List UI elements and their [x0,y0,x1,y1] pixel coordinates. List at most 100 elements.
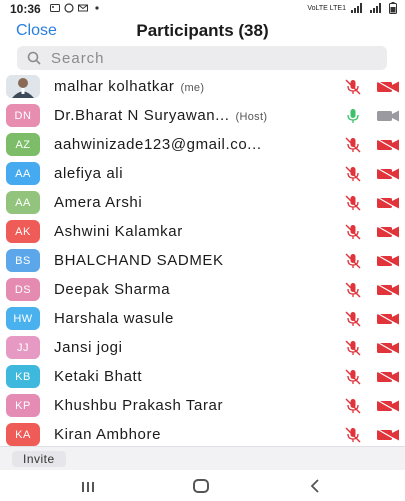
participant-name-group: Ashwini Kalamkar [54,223,183,240]
avatar: KB [6,365,40,388]
status-indicators: VoLTE LTE1 [307,2,397,14]
participant-row[interactable]: DS Deepak Sharma [0,275,405,304]
avatar-initials: AA [15,196,31,209]
video-off-icon[interactable] [376,370,400,384]
participant-row[interactable]: KB Ketaki Bhatt [0,362,405,391]
participant-role-tag: (me) [180,82,205,94]
profile-photo-icon [6,75,40,98]
mic-muted-icon[interactable] [344,281,362,299]
avatar-initials: KA [15,428,31,441]
gmail-icon [78,4,88,12]
participant-row[interactable]: KA Kiran Ambhore [0,420,405,446]
participant-name: BHALCHAND SADMEK [54,252,224,269]
video-off-icon[interactable] [376,341,400,355]
participant-name-group: BHALCHAND SADMEK [54,252,224,269]
mic-muted-icon[interactable] [344,339,362,357]
mic-muted-icon[interactable] [344,223,362,241]
search-input[interactable] [51,46,371,70]
participant-row[interactable]: BS BHALCHAND SADMEK [0,246,405,275]
participant-name-group: Deepak Sharma [54,281,170,298]
avatar-initials: DN [14,109,32,122]
participant-name: aahwinizade123@gmail.co... [54,136,262,153]
participant-name: Harshala wasule [54,310,174,327]
page-title: Participants (38) [136,21,269,40]
video-off-icon[interactable] [376,399,400,413]
participant-row[interactable]: AZ aahwinizade123@gmail.co... [0,130,405,159]
status-bar: 10:36 VoLTE LTE1 [0,0,405,18]
mic-muted-icon[interactable] [344,310,362,328]
signal-icon-2 [370,3,381,13]
video-off-icon[interactable] [376,167,400,181]
participant-name-group: Ketaki Bhatt [54,368,142,385]
avatar-initials: HW [13,312,33,325]
participant-row[interactable]: HW Harshala wasule [0,304,405,333]
avatar-initials: AA [15,167,31,180]
participant-name: Jansi jogi [54,339,123,356]
participant-row[interactable]: malhar kolhatkar (me) [0,72,405,101]
participants-header: Close Participants (38) [0,18,405,44]
mic-muted-icon[interactable] [344,194,362,212]
invite-button[interactable]: Invite [12,451,66,467]
mic-on-icon[interactable] [344,107,362,125]
video-off-icon[interactable] [376,196,400,210]
avatar: DN [6,104,40,127]
participant-name-group: Dr.Bharat N Suryawan... (Host) [54,107,267,124]
video-off-icon[interactable] [376,312,400,326]
participant-row[interactable]: AA Amera Arshi [0,188,405,217]
footer-bar: Invite [0,446,405,470]
video-off-icon[interactable] [376,80,400,94]
participant-name: Kiran Ambhore [54,426,162,443]
dot-icon [95,6,99,10]
participant-name: Deepak Sharma [54,281,171,298]
avatar: AK [6,220,40,243]
participant-row[interactable]: DN Dr.Bharat N Suryawan... (Host) [0,101,405,130]
participant-name: Ketaki Bhatt [54,368,143,385]
mic-muted-icon[interactable] [344,426,362,444]
participant-row[interactable]: AA alefiya ali [0,159,405,188]
participant-role-tag: (Host) [235,111,268,123]
avatar-initials: KP [15,399,31,412]
participant-name-group: malhar kolhatkar (me) [54,78,204,95]
avatar: KA [6,423,40,446]
participant-name: alefiya ali [54,165,124,182]
video-off-icon[interactable] [376,138,400,152]
search-bar[interactable] [17,46,387,70]
avatar: DS [6,278,40,301]
video-off-icon[interactable] [376,428,400,442]
avatar-initials: AK [15,225,31,238]
image-notification-icon [50,4,60,12]
notification-icons [50,3,102,13]
participant-row[interactable]: AK Ashwini Kalamkar [0,217,405,246]
home-icon[interactable] [193,479,209,493]
mic-muted-icon[interactable] [344,165,362,183]
participant-name-group: Kiran Ambhore [54,426,161,443]
status-time: 10:36 [10,2,41,16]
network-label: VoLTE LTE1 [307,4,346,12]
mic-muted-icon[interactable] [344,397,362,415]
avatar-initials: BS [15,254,31,267]
participant-row[interactable]: KP Khushbu Prakash Tarar [0,391,405,420]
video-off-icon[interactable] [376,283,400,297]
mic-muted-icon[interactable] [344,368,362,386]
mic-muted-icon[interactable] [344,252,362,270]
participant-name-group: aahwinizade123@gmail.co... [54,136,262,153]
video-off-icon[interactable] [376,254,400,268]
video-off-icon[interactable] [376,225,400,239]
avatar: HW [6,307,40,330]
recents-icon[interactable] [81,482,95,492]
participant-name-group: alefiya ali [54,165,123,182]
avatar-initials: DS [14,283,32,296]
mic-muted-icon[interactable] [344,78,362,96]
battery-icon [389,2,397,14]
back-icon[interactable] [309,479,321,493]
participant-row[interactable]: JJ Jansi jogi [0,333,405,362]
avatar-initials: KB [15,370,31,383]
participant-list[interactable]: malhar kolhatkar (me) DN Dr.Bharat N Suryaw… [0,72,405,446]
participant-name: malhar kolhatkar [54,78,175,95]
video-icon[interactable] [376,109,400,123]
mic-muted-icon[interactable] [344,136,362,154]
participant-name-group: Khushbu Prakash Tarar [54,397,223,414]
avatar [6,75,40,98]
participant-name-group: Jansi jogi [54,339,123,356]
avatar: AZ [6,133,40,156]
